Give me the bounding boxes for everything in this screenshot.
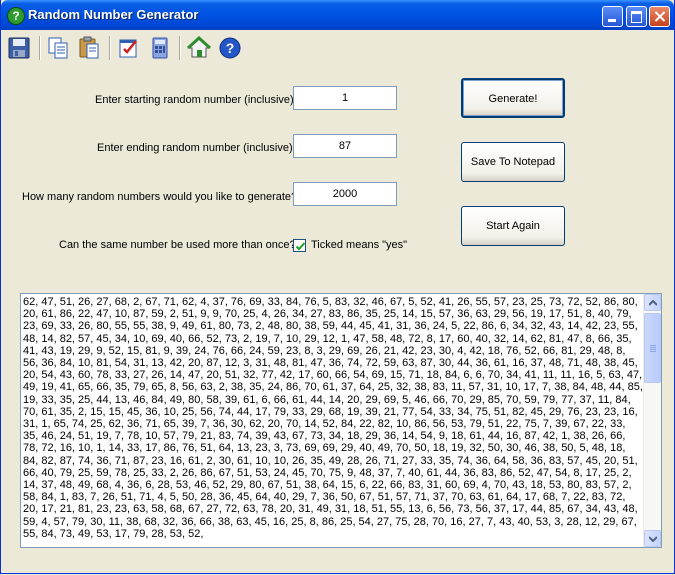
- toolbar-separator: [179, 36, 181, 60]
- end-number-input[interactable]: [293, 134, 397, 158]
- repeat-checkbox[interactable]: [293, 239, 306, 252]
- close-button[interactable]: [649, 6, 670, 27]
- chevron-up-icon: [649, 300, 657, 306]
- checkmark-icon: [295, 242, 306, 251]
- toolbar: ?: [1, 31, 674, 63]
- chevron-down-icon: [649, 536, 657, 542]
- maximize-button[interactable]: [626, 6, 647, 27]
- minimize-button[interactable]: [602, 6, 623, 27]
- title-bar[interactable]: ? Random Number Generator: [1, 0, 674, 30]
- count-label: How many random numbers would you like t…: [22, 191, 298, 203]
- paste-icon[interactable]: [77, 36, 101, 60]
- start-label: Enter starting random number (inclusive)…: [95, 94, 297, 106]
- start-number-input[interactable]: [293, 86, 397, 110]
- save-to-notepad-button[interactable]: Save To Notepad: [461, 142, 565, 182]
- output-textarea[interactable]: 62, 47, 51, 26, 27, 68, 2, 67, 71, 62, 4…: [20, 293, 662, 548]
- count-input[interactable]: [293, 182, 397, 206]
- help-icon[interactable]: ?: [218, 36, 242, 60]
- generate-button[interactable]: Generate!: [461, 78, 565, 118]
- checklist-icon[interactable]: [117, 36, 141, 60]
- scroll-down-button[interactable]: [644, 530, 661, 547]
- help-glyph: ?: [226, 40, 235, 56]
- toolbar-separator: [39, 36, 41, 60]
- app-window: ? Random Number Generator ? Enter starti…: [0, 0, 675, 574]
- start-again-button[interactable]: Start Again: [461, 206, 565, 246]
- scroll-thumb[interactable]: [644, 313, 661, 383]
- window-title: Random Number Generator: [28, 7, 199, 22]
- copy-icon[interactable]: [46, 36, 70, 60]
- end-label: Enter ending random number (inclusive):: [97, 142, 296, 154]
- grip-line: [650, 345, 656, 346]
- toolbar-separator: [109, 36, 111, 60]
- grip-line: [650, 349, 656, 350]
- calculator-icon[interactable]: [148, 36, 172, 60]
- save-icon[interactable]: [7, 36, 31, 60]
- vertical-scrollbar[interactable]: [643, 294, 661, 547]
- repeat-label: Can the same number be used more than on…: [59, 239, 296, 251]
- home-icon[interactable]: [186, 35, 212, 60]
- app-icon: ?: [7, 7, 25, 25]
- scroll-up-button[interactable]: [644, 294, 661, 311]
- output-text: 62, 47, 51, 26, 27, 68, 2, 67, 71, 62, 4…: [23, 296, 643, 540]
- grip-line: [650, 351, 656, 352]
- grip-line: [650, 347, 656, 348]
- repeat-hint: Ticked means "yes": [311, 239, 408, 251]
